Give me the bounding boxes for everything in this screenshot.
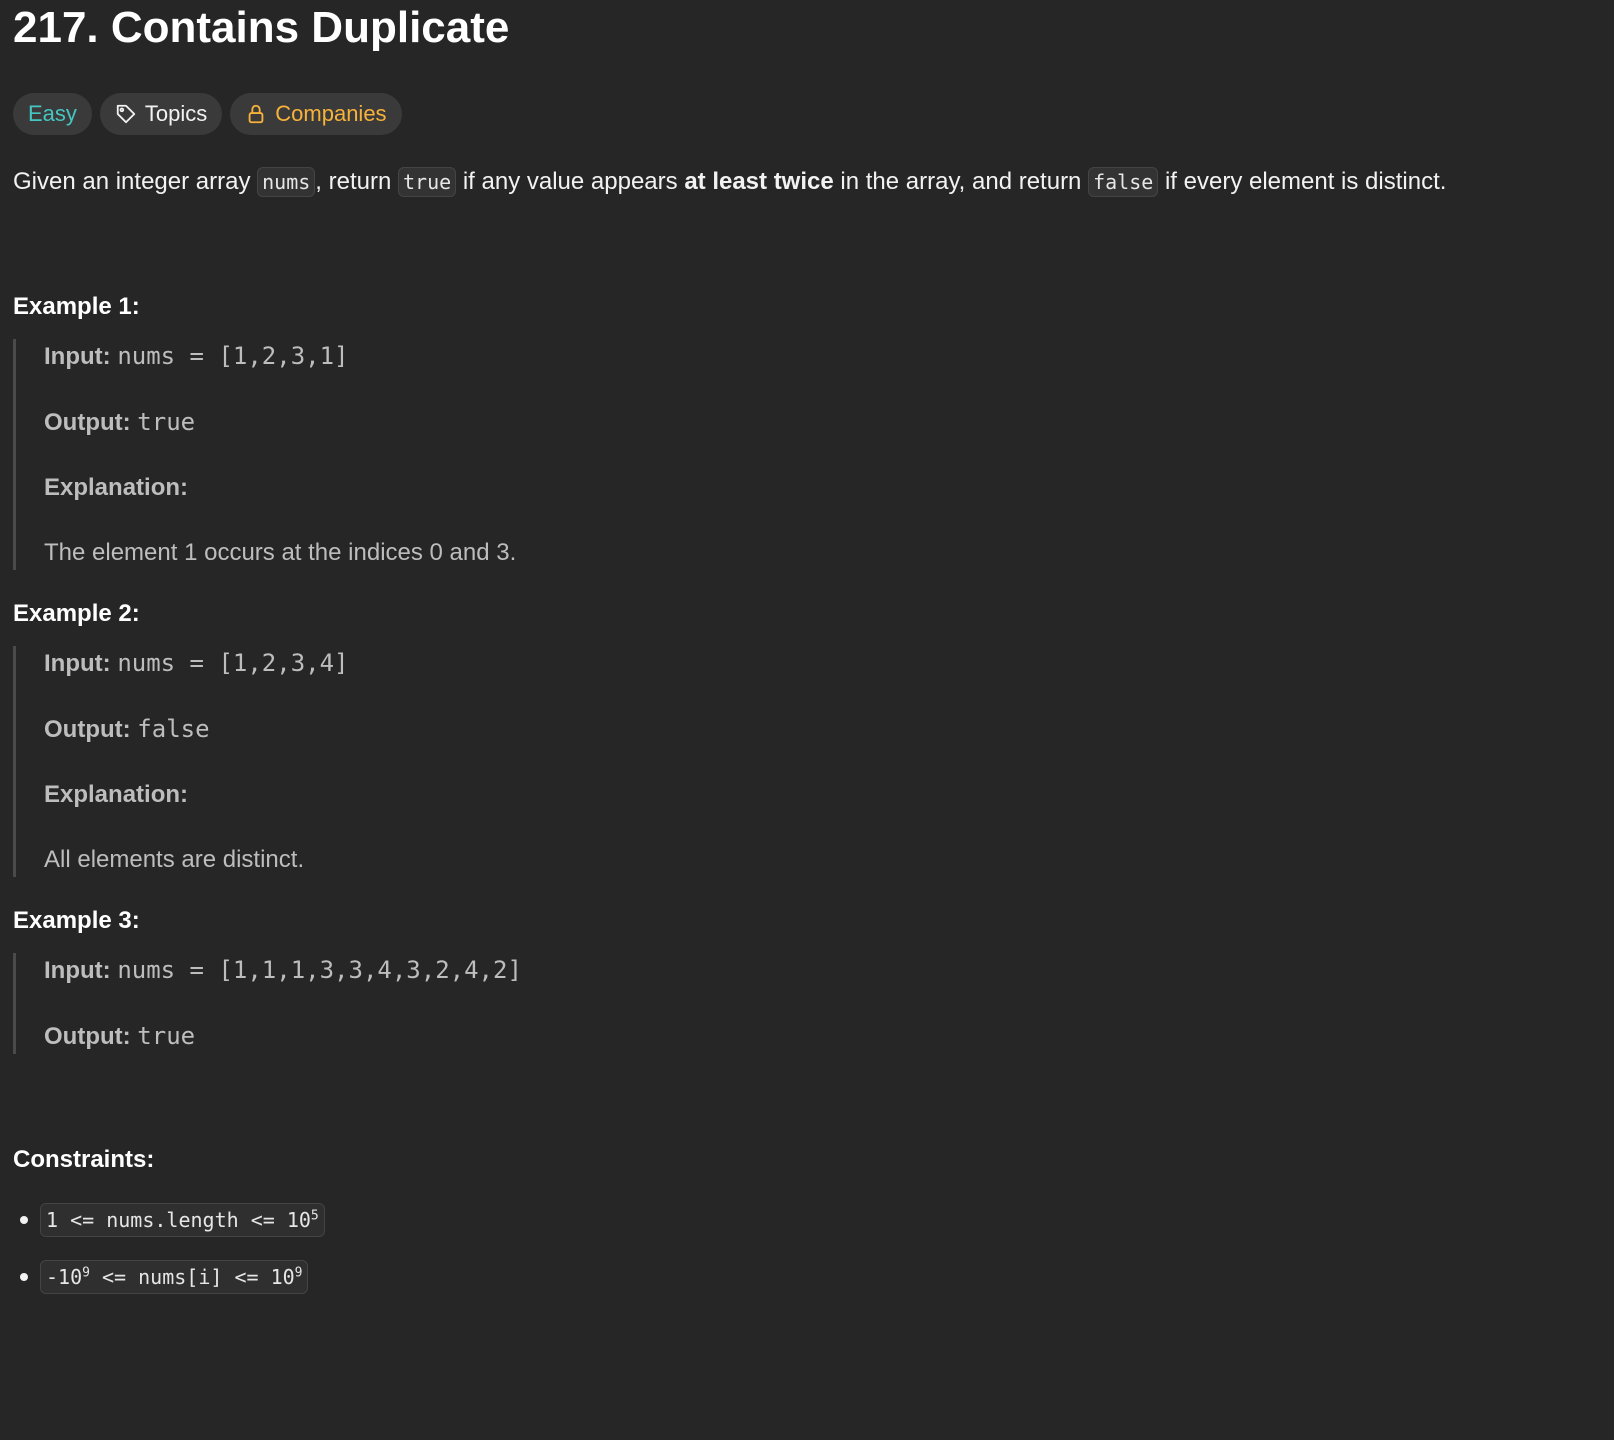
statement-text: , return <box>315 168 398 195</box>
topics-label: Topics <box>144 100 208 126</box>
problem-title[interactable]: 217. Contains Duplicate <box>13 0 1601 58</box>
example-output: Output: false <box>44 712 1601 747</box>
constraint-exponent: 9 <box>294 1265 303 1281</box>
example-input: Input: nums = [1,2,3,4] <box>44 646 1601 681</box>
example-explanation: The element 1 occurs at the indices 0 an… <box>44 539 517 566</box>
output-value: true <box>137 1022 196 1050</box>
output-label: Output: <box>44 1023 131 1050</box>
input-label: Input: <box>44 650 111 677</box>
problem-description: 217. Contains Duplicate Easy Topics Comp… <box>0 0 1614 1297</box>
explanation-label: Explanation: <box>44 474 189 501</box>
list-item: 1 <= nums.length <= 105 <box>13 1200 1601 1240</box>
constraint-code: -109 <= nums[i] <= 109 <box>40 1260 309 1294</box>
list-item: -109 <= nums[i] <= 109 <box>13 1257 1601 1297</box>
example-output: Output: true <box>44 405 1601 440</box>
difficulty-badge: Easy <box>13 92 92 135</box>
companies-label: Companies <box>275 100 387 126</box>
bullet-icon <box>20 1273 28 1281</box>
statement-text: Given an integer array <box>13 168 258 195</box>
code-false: false <box>1088 167 1159 197</box>
example-explanation: All elements are distinct. <box>44 846 305 873</box>
output-label: Output: <box>44 409 131 436</box>
constraint-exponent: 5 <box>310 1208 319 1224</box>
output-label: Output: <box>44 716 131 743</box>
statement-text: if every element is distinct. <box>1158 168 1447 195</box>
input-value: nums = [1,1,1,3,3,4,3,2,4,2] <box>117 956 522 984</box>
constraint-text: -10 <box>46 1265 83 1289</box>
statement-text: in the array, and return <box>833 168 1089 195</box>
example-input: Input: nums = [1,2,3,1] <box>44 339 1601 374</box>
code-true: true <box>398 167 457 197</box>
example-explanation-label: Explanation: <box>44 471 1601 505</box>
bullet-icon <box>20 1216 28 1224</box>
output-value: true <box>137 408 196 436</box>
constraint-text: <= nums[i] <= 10 <box>89 1265 295 1289</box>
statement-text: if any value appears <box>456 168 685 195</box>
example-title: Example 1: <box>13 293 140 320</box>
explanation-label: Explanation: <box>44 781 189 808</box>
statement-emphasis: at least twice <box>684 168 834 195</box>
constraint-text: 1 <= nums.length <= 10 <box>46 1208 311 1232</box>
problem-statement: Given an integer array nums, return true… <box>13 163 1601 201</box>
input-label: Input: <box>44 343 111 370</box>
topics-button[interactable]: Topics <box>99 92 223 135</box>
output-value: false <box>137 715 210 743</box>
lock-icon <box>248 104 264 123</box>
input-value: nums = [1,2,3,1] <box>117 342 349 370</box>
example-block: Input: nums = [1,2,3,4] Output: false Ex… <box>13 646 1601 877</box>
constraints-title: Constraints: <box>13 1146 155 1173</box>
example-explanation-label: Explanation: <box>44 778 1601 812</box>
constraint-exponent: 9 <box>82 1265 90 1281</box>
input-value: nums = [1,2,3,4] <box>117 649 349 677</box>
example-block: Input: nums = [1,1,1,3,3,4,3,2,4,2] Outp… <box>13 953 1601 1054</box>
input-label: Input: <box>44 957 111 984</box>
example-input: Input: nums = [1,1,1,3,3,4,3,2,4,2] <box>44 953 1601 988</box>
companies-button[interactable]: Companies <box>230 92 402 135</box>
constraints-list: 1 <= nums.length <= 105 -109 <= nums[i] … <box>13 1200 1601 1297</box>
example-block: Input: nums = [1,2,3,1] Output: true Exp… <box>13 339 1601 570</box>
example-title: Example 2: <box>13 600 140 627</box>
example-output: Output: true <box>44 1019 1601 1054</box>
constraint-code: 1 <= nums.length <= 105 <box>40 1203 325 1237</box>
tag-icon <box>116 104 136 123</box>
code-nums: nums <box>257 167 316 197</box>
example-title: Example 3: <box>13 907 140 934</box>
tag-row: Easy Topics Companies <box>13 92 1601 135</box>
